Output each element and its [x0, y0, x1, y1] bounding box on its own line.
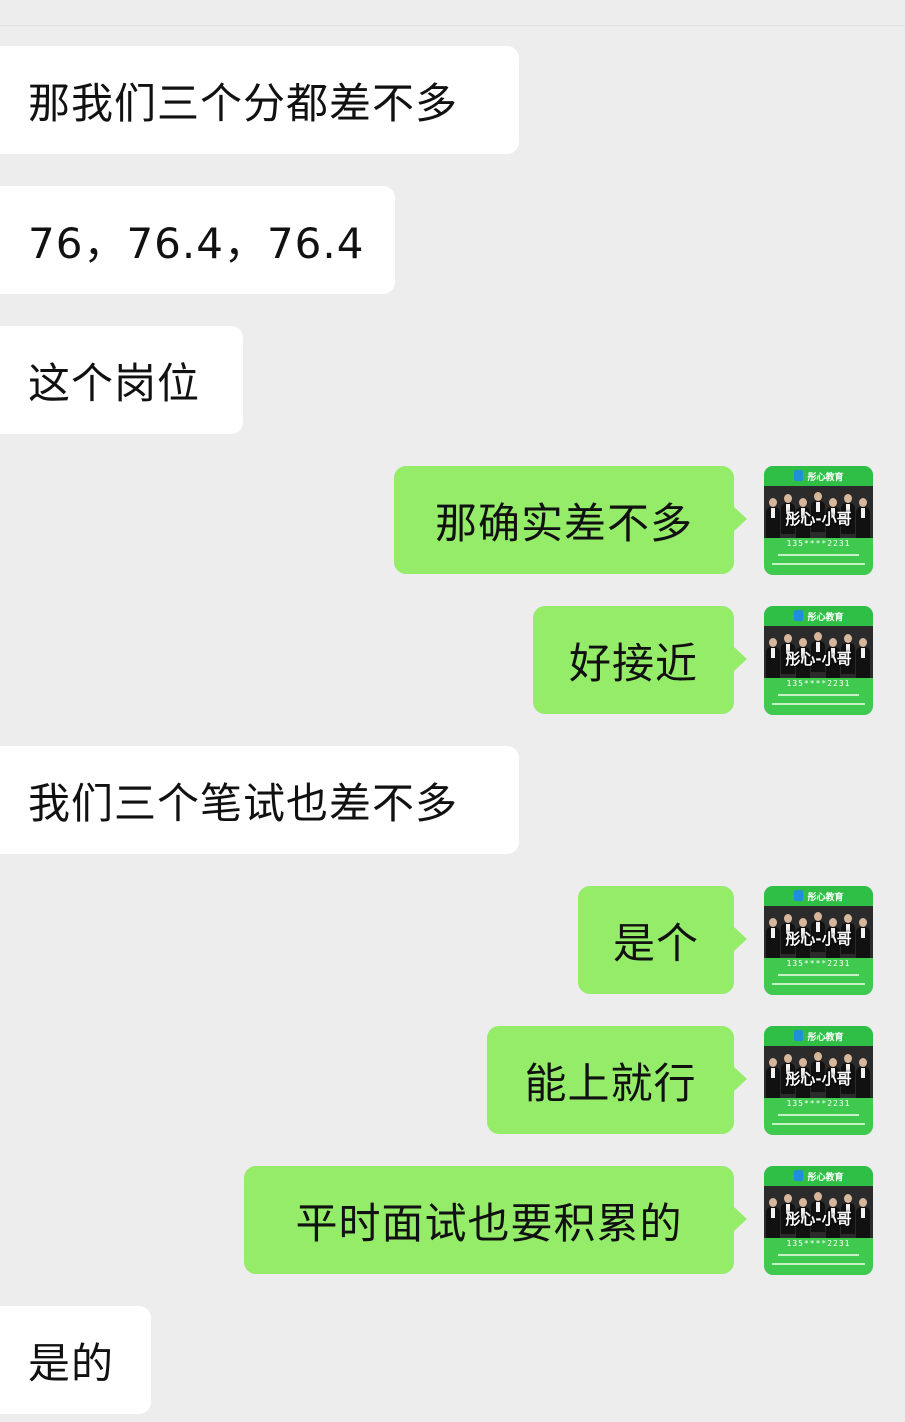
avatar[interactable]: 彤心教育 彤心-小哥 135****2231	[764, 1026, 873, 1135]
logo-icon	[794, 470, 803, 481]
avatar[interactable]: 彤心教育 彤心-小哥 135****2231	[764, 1166, 873, 1275]
message-bubble-incoming[interactable]: 是的	[0, 1306, 151, 1414]
avatar-name: 彤心-小哥	[785, 650, 852, 668]
message-bubble-incoming[interactable]: 我们三个笔试也差不多	[0, 746, 519, 854]
message-bubble-outgoing[interactable]: 平时面试也要积累的	[244, 1166, 747, 1274]
avatar-name: 彤心-小哥	[785, 510, 852, 528]
avatar[interactable]: 彤心教育 彤心-小哥 135****2231	[764, 886, 873, 995]
avatar-name: 彤心-小哥	[785, 1210, 852, 1228]
message-bubble-outgoing[interactable]: 能上就行	[487, 1026, 747, 1134]
avatar-phone: 135****2231	[786, 679, 851, 688]
logo-icon	[794, 1170, 803, 1181]
logo-icon	[794, 610, 803, 621]
avatar-phone: 135****2231	[786, 959, 851, 968]
message-bubble-incoming[interactable]: 76，76.4，76.4	[0, 186, 395, 294]
avatar-phone: 135****2231	[786, 539, 851, 548]
avatar-phone: 135****2231	[786, 1239, 851, 1248]
message-bubble-outgoing[interactable]: 是个	[578, 886, 747, 994]
logo-icon	[794, 890, 803, 901]
avatar-name: 彤心-小哥	[785, 930, 852, 948]
message-bubble-outgoing[interactable]: 那确实差不多	[394, 466, 747, 574]
message-bubble-incoming[interactable]: 这个岗位	[0, 326, 243, 434]
message-bubble-outgoing[interactable]: 好接近	[533, 606, 747, 714]
message-bubble-incoming[interactable]: 那我们三个分都差不多	[0, 46, 519, 154]
avatar-phone: 135****2231	[786, 1099, 851, 1108]
avatar[interactable]: 彤心教育 彤心-小哥 135****2231	[764, 606, 873, 715]
top-divider	[0, 25, 905, 26]
avatar-name: 彤心-小哥	[785, 1070, 852, 1088]
logo-icon	[794, 1030, 803, 1041]
avatar[interactable]: 彤心教育 彤心-小哥 135****2231	[764, 466, 873, 575]
